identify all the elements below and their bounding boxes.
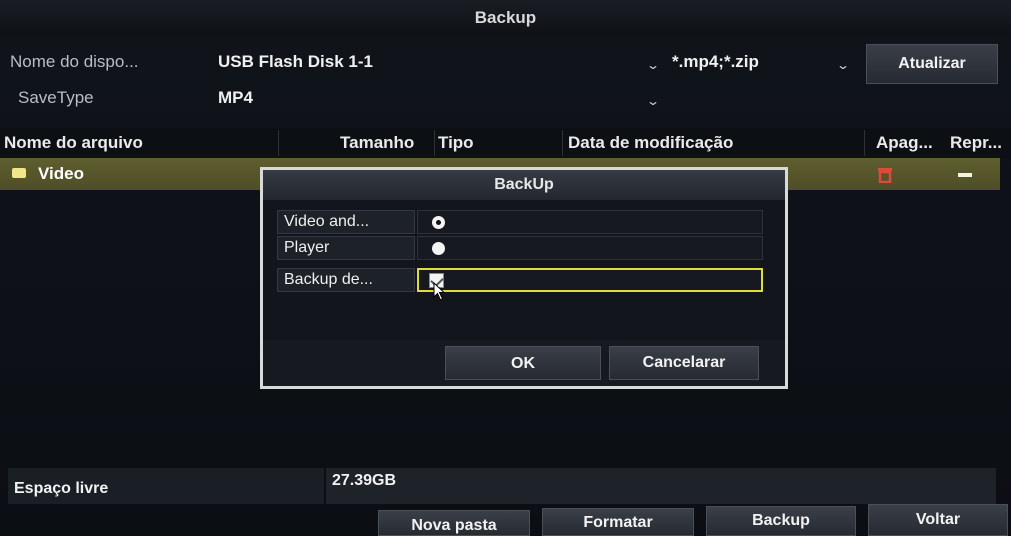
cancel-button[interactable]: Cancelarar bbox=[609, 346, 759, 380]
free-space-value: 27.39GB bbox=[332, 472, 397, 489]
chevron-down-icon[interactable]: ⌄ bbox=[646, 94, 660, 108]
title-bar: Backup bbox=[0, 0, 1011, 36]
ok-button[interactable]: OK bbox=[445, 346, 601, 380]
chevron-down-icon[interactable]: ⌄ bbox=[836, 58, 850, 72]
page-title: Backup bbox=[474, 8, 537, 27]
file-table-header: Nome do arquivo Tamanho Tipo Data de mod… bbox=[0, 128, 1011, 158]
radio-player[interactable] bbox=[432, 242, 445, 255]
column-name[interactable]: Nome do arquivo bbox=[4, 133, 143, 153]
back-button[interactable]: Voltar bbox=[868, 504, 1008, 536]
column-divider bbox=[278, 130, 279, 156]
refresh-button-label: Atualizar bbox=[898, 55, 966, 72]
option-label-box: Video and... bbox=[277, 210, 415, 234]
option-field bbox=[417, 236, 763, 260]
backup-screen: Backup Nome do dispo... USB Flash Disk 1… bbox=[0, 0, 1011, 536]
backup-dialog: BackUp Video and... Player Backup de... bbox=[260, 167, 788, 389]
column-divider bbox=[434, 130, 435, 156]
column-delete[interactable]: Apag... bbox=[876, 133, 933, 153]
savetype-label: SaveType bbox=[18, 88, 94, 107]
ok-label: OK bbox=[511, 355, 535, 372]
free-space-label: Espaço livre bbox=[8, 468, 324, 504]
option-row: Video and... bbox=[277, 210, 763, 234]
option-field bbox=[417, 210, 763, 234]
format-label: Formatar bbox=[583, 514, 653, 531]
dialog-title-bar: BackUp bbox=[263, 170, 785, 200]
column-divider bbox=[864, 130, 865, 156]
radio-video-and[interactable] bbox=[432, 216, 445, 229]
column-size[interactable]: Tamanho bbox=[340, 133, 414, 153]
new-folder-label: Nova pasta bbox=[411, 517, 497, 534]
folder-icon bbox=[12, 168, 26, 178]
option-label-box: Backup de... bbox=[277, 268, 415, 292]
chevron-down-icon[interactable]: ⌄ bbox=[646, 58, 660, 72]
option-label-box: Player bbox=[277, 236, 415, 260]
option-field bbox=[417, 268, 763, 292]
mouse-cursor-icon bbox=[433, 282, 446, 301]
new-folder-button[interactable]: Nova pasta bbox=[378, 510, 530, 536]
format-button[interactable]: Formatar bbox=[542, 508, 694, 536]
option-row: Backup de... bbox=[277, 268, 763, 292]
option-label: Player bbox=[284, 239, 330, 256]
option-label: Video and... bbox=[284, 213, 370, 230]
file-filter-select[interactable]: *.mp4;*.zip bbox=[672, 52, 759, 72]
dialog-title: BackUp bbox=[494, 176, 554, 193]
trash-icon[interactable] bbox=[877, 167, 893, 183]
option-row: Player bbox=[277, 236, 763, 260]
column-divider bbox=[562, 130, 563, 156]
free-space-label-text: Espaço livre bbox=[14, 480, 109, 497]
play-icon[interactable] bbox=[958, 173, 972, 177]
backup-label: Backup bbox=[752, 512, 810, 529]
column-modified[interactable]: Data de modificação bbox=[568, 133, 733, 153]
column-play[interactable]: Repr... bbox=[950, 133, 1002, 153]
back-label: Voltar bbox=[915, 511, 961, 528]
free-space-value-box: 27.39GB bbox=[326, 468, 996, 504]
backup-button[interactable]: Backup bbox=[706, 506, 856, 536]
option-label: Backup de... bbox=[284, 271, 373, 288]
savetype-select[interactable]: MP4 bbox=[218, 88, 253, 108]
column-type[interactable]: Tipo bbox=[438, 133, 474, 153]
cancel-label: Cancelarar bbox=[642, 354, 726, 371]
device-label: Nome do dispo... bbox=[10, 52, 139, 71]
file-name: Video bbox=[38, 164, 84, 183]
refresh-button[interactable]: Atualizar bbox=[866, 44, 998, 84]
device-select[interactable]: USB Flash Disk 1-1 bbox=[218, 52, 373, 72]
